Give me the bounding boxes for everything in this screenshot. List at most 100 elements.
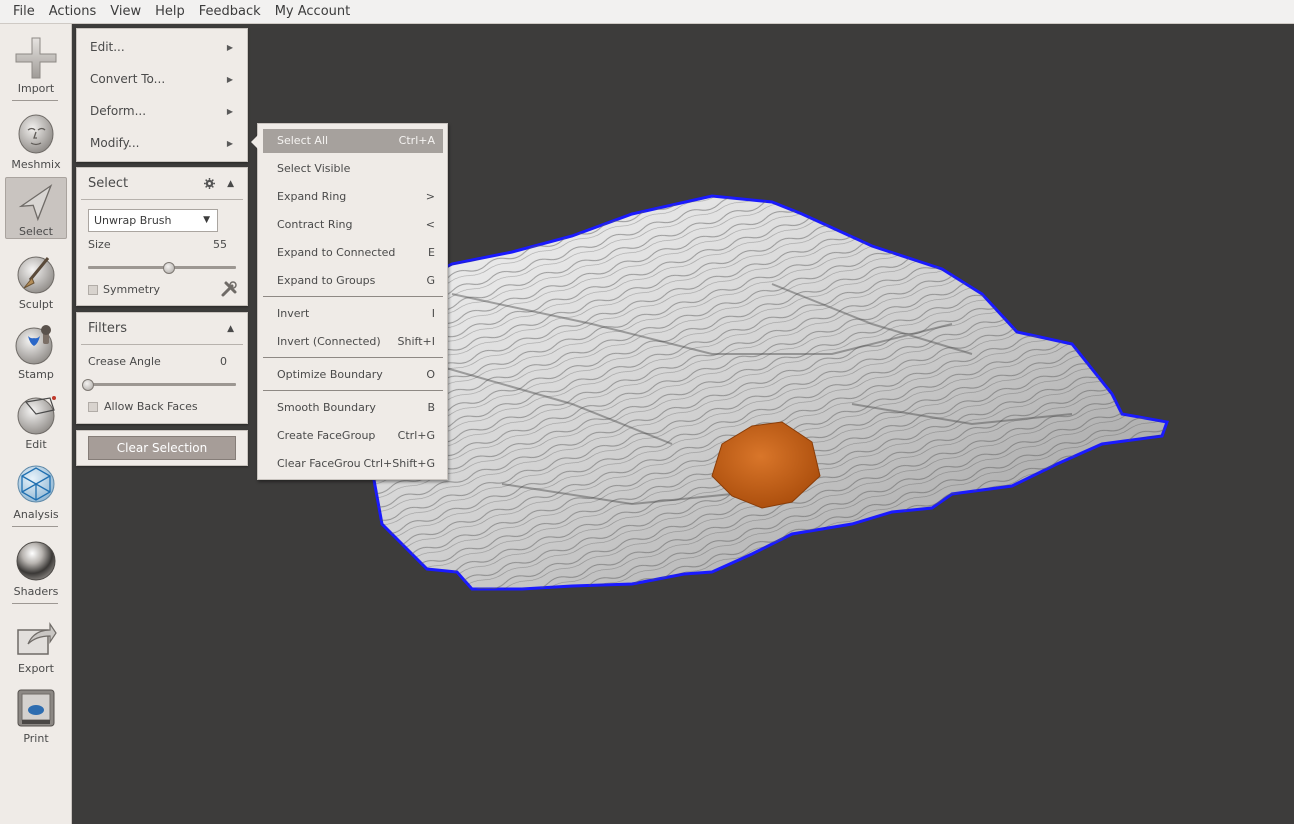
- submenu-item-select-visible[interactable]: Select Visible: [263, 157, 443, 181]
- submenu-item-invert[interactable]: Invert I: [263, 302, 443, 326]
- submenu-item-select-all[interactable]: Select All Ctrl+A: [263, 129, 443, 153]
- tool-label: Sculpt: [18, 298, 54, 311]
- submenu-caret: [251, 135, 258, 149]
- tool-sculpt[interactable]: Sculpt: [5, 248, 67, 314]
- allow-back-faces-label: Allow Back Faces: [104, 400, 198, 413]
- menu-bar: File Actions View Help Feedback My Accou…: [0, 0, 1294, 24]
- plus-icon: [15, 37, 57, 79]
- tool-meshmix[interactable]: Meshmix: [5, 108, 67, 174]
- tool-label: Meshmix: [11, 158, 61, 171]
- tool-label: Export: [17, 662, 54, 675]
- submenu-item-shortcut: >: [423, 190, 435, 203]
- submenu-item-label: Select Visible: [277, 162, 351, 175]
- submenu-item-expand-to-groups[interactable]: Expand to Groups G: [263, 269, 443, 293]
- submenu-item-label: Create FaceGroup: [277, 429, 376, 442]
- submenu-item-smooth-boundary[interactable]: Smooth Boundary B: [263, 396, 443, 420]
- tool-select[interactable]: Select: [5, 177, 67, 239]
- filters-panel: Filters ▲ Crease Angle 0 Allow Back Face…: [76, 312, 248, 424]
- panel-title: Filters: [88, 321, 127, 336]
- select-arrow-icon: [18, 183, 53, 222]
- meshmix-head-icon: [18, 114, 54, 154]
- submenu-item-shortcut: G: [424, 274, 435, 287]
- tool-label: Edit: [25, 438, 47, 451]
- collapse-up-icon[interactable]: ▲: [227, 179, 234, 189]
- crease-angle-slider-handle[interactable]: [82, 379, 94, 391]
- submenu-item-clear-facegroups[interactable]: Clear FaceGroups Ctrl+Shift+G: [263, 452, 443, 476]
- menu-actions[interactable]: Actions: [42, 0, 104, 24]
- tool-stamp[interactable]: Stamp: [5, 318, 67, 384]
- submenu-item-contract-ring[interactable]: Contract Ring <: [263, 213, 443, 237]
- submenu-item-shortcut: Ctrl+Shift+G: [361, 457, 435, 470]
- toolbar-divider: [12, 526, 58, 527]
- menu-item-convert-to[interactable]: Convert To... ▶: [77, 63, 247, 95]
- submenu-item-shortcut: Shift+I: [395, 335, 435, 348]
- analysis-mesh-icon: [17, 465, 55, 503]
- submenu-item-optimize-boundary[interactable]: Optimize Boundary O: [263, 363, 443, 387]
- menu-item-label: Modify...: [90, 136, 140, 150]
- crease-angle-slider-track[interactable]: [88, 383, 236, 386]
- stamp-icon: [15, 325, 53, 365]
- tool-export[interactable]: Export: [5, 612, 67, 678]
- size-slider-handle[interactable]: [163, 262, 176, 274]
- submenu-item-shortcut: O: [424, 368, 435, 381]
- menu-my-account[interactable]: My Account: [268, 0, 358, 24]
- tools-wrench-icon[interactable]: [220, 280, 238, 298]
- printer-icon: [17, 689, 55, 727]
- chevron-right-icon: ▶: [226, 106, 233, 116]
- edit-sphere-icon: [17, 396, 56, 435]
- submenu-item-label: Optimize Boundary: [277, 368, 383, 381]
- tool-label: Stamp: [18, 368, 54, 381]
- brush-select-value: Unwrap Brush: [94, 214, 172, 227]
- gear-icon[interactable]: [204, 178, 215, 189]
- chevron-right-icon: ▶: [226, 42, 233, 52]
- submenu-item-shortcut: Ctrl+A: [396, 134, 435, 147]
- tool-print[interactable]: Print: [5, 682, 67, 748]
- toolbar-divider: [12, 100, 58, 101]
- tool-import[interactable]: Import: [5, 32, 67, 98]
- submenu-item-label: Expand Ring: [277, 190, 347, 203]
- panel-title: Select: [88, 176, 129, 191]
- clear-selection-panel: Clear Selection: [76, 430, 248, 466]
- tool-edit[interactable]: Edit: [5, 388, 67, 454]
- size-slider-track[interactable]: [88, 266, 236, 269]
- menu-item-edit[interactable]: Edit... ▶: [77, 31, 247, 63]
- submenu-item-label: Invert: [277, 307, 310, 320]
- crease-angle-value: 0: [220, 355, 227, 368]
- allow-back-faces-checkbox[interactable]: [88, 402, 98, 412]
- modify-submenu: Select All Ctrl+A Select Visible Expand …: [251, 123, 448, 480]
- edit-menu-panel: Edit... ▶ Convert To... ▶ Deform... ▶ Mo…: [76, 28, 248, 162]
- submenu-item-create-facegroup[interactable]: Create FaceGroup Ctrl+G: [263, 424, 443, 448]
- menu-item-label: Deform...: [90, 104, 147, 118]
- submenu-item-label: Clear FaceGroups: [277, 457, 374, 470]
- select-panel: Select ▲ Unwrap Brush ▼ Size 55 Symmetry: [76, 167, 248, 306]
- sculpt-brush-icon: [17, 256, 55, 294]
- clear-selection-button[interactable]: Clear Selection: [88, 436, 236, 460]
- tool-shaders[interactable]: Shaders: [5, 535, 67, 601]
- menu-view[interactable]: View: [103, 0, 148, 24]
- menu-item-modify[interactable]: Modify... ▶: [77, 127, 247, 159]
- submenu-separator: [263, 390, 443, 391]
- tool-analysis[interactable]: Analysis: [5, 458, 67, 524]
- submenu-item-invert-connected[interactable]: Invert (Connected) Shift+I: [263, 330, 443, 354]
- panel-divider: [81, 344, 243, 345]
- tool-label: Select: [19, 225, 53, 238]
- dropdown-arrow-icon: ▼: [203, 215, 210, 225]
- tool-label: Analysis: [13, 508, 59, 521]
- submenu-item-expand-ring[interactable]: Expand Ring >: [263, 185, 443, 209]
- brush-select[interactable]: Unwrap Brush ▼: [88, 209, 218, 232]
- menu-file[interactable]: File: [6, 0, 42, 24]
- symmetry-checkbox[interactable]: [88, 285, 98, 295]
- crease-angle-label: Crease Angle: [88, 355, 161, 368]
- submenu-separator: [263, 357, 443, 358]
- submenu-item-label: Expand to Groups: [277, 274, 376, 287]
- submenu-item-shortcut: <: [423, 218, 435, 231]
- menu-item-deform[interactable]: Deform... ▶: [77, 95, 247, 127]
- submenu-item-shortcut: B: [425, 401, 435, 414]
- collapse-up-icon[interactable]: ▲: [227, 324, 234, 334]
- submenu-item-label: Contract Ring: [277, 218, 353, 231]
- menu-feedback[interactable]: Feedback: [192, 0, 268, 24]
- chevron-right-icon: ▶: [226, 74, 233, 84]
- submenu-item-expand-to-connected[interactable]: Expand to Connected E: [263, 241, 443, 265]
- tool-label: Print: [23, 732, 49, 745]
- menu-help[interactable]: Help: [148, 0, 192, 24]
